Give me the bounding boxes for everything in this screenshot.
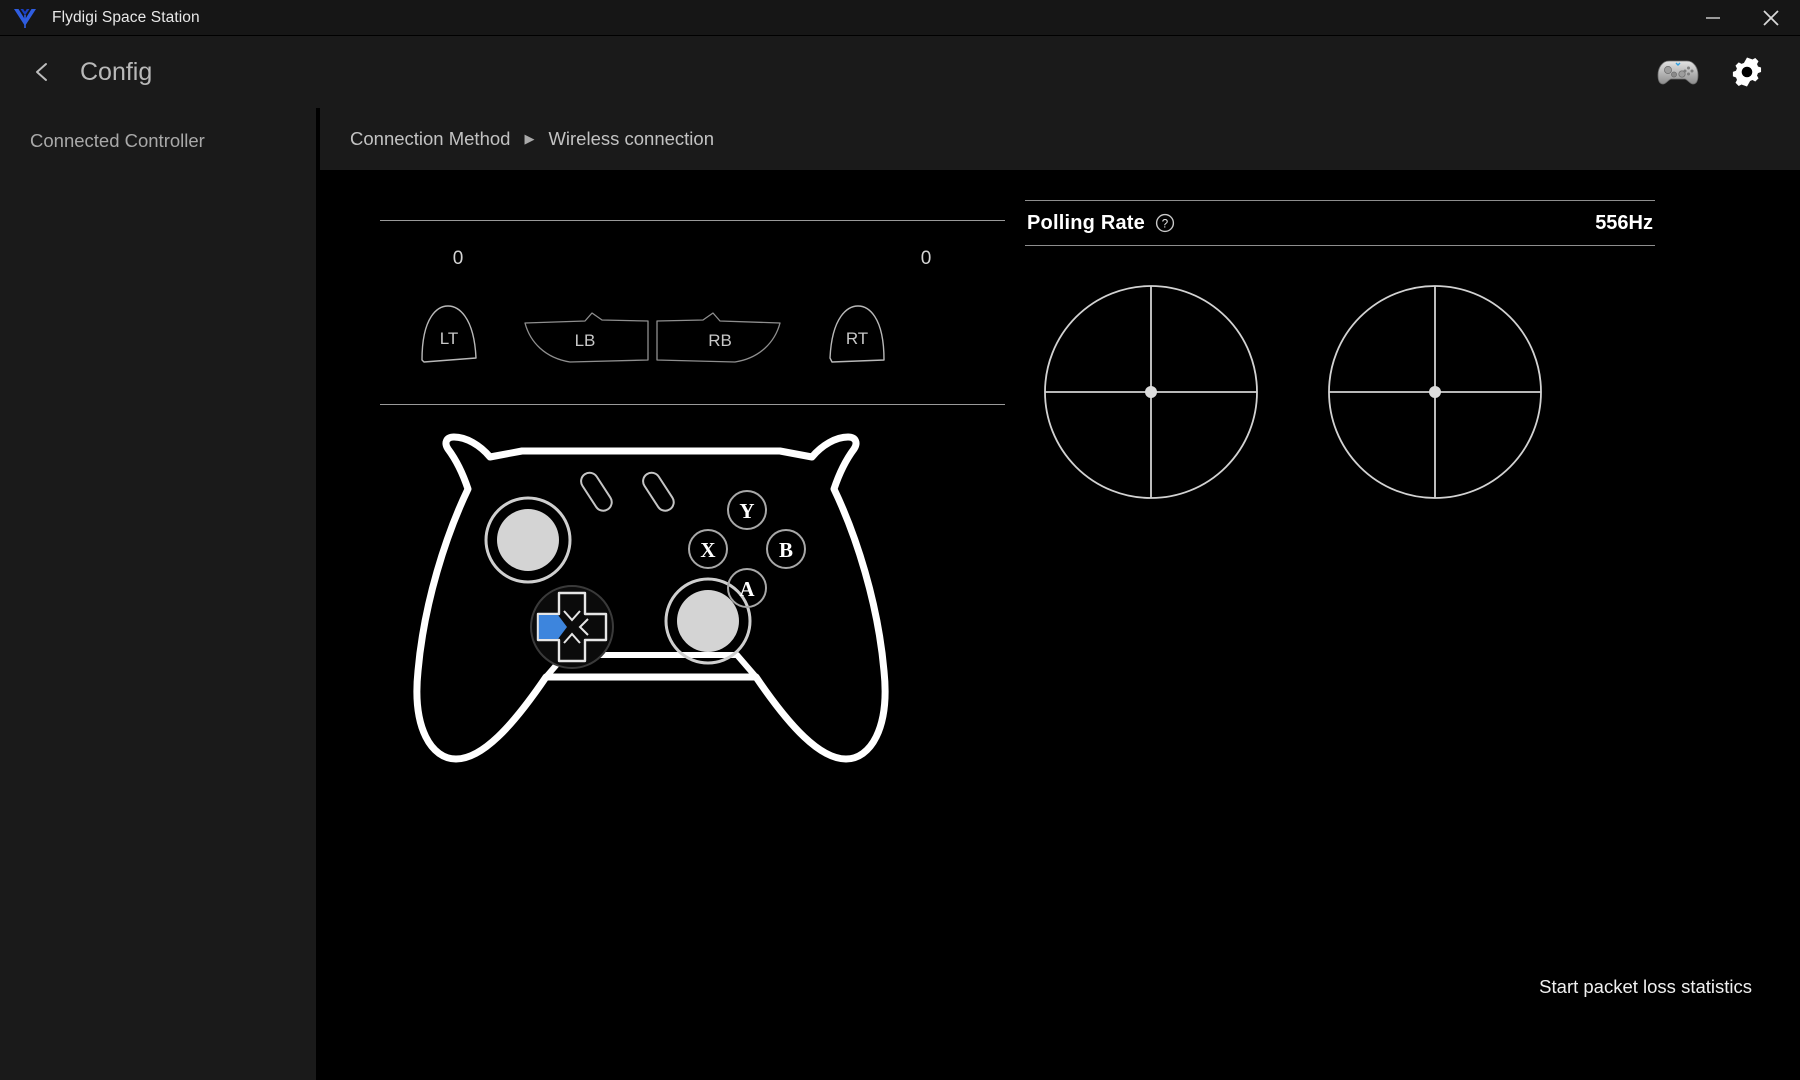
gamepad-icon[interactable] — [1656, 57, 1700, 87]
right-bumper-shape: RB — [656, 312, 781, 363]
stick-indicators — [1025, 276, 1655, 508]
polling-rate-value: 556Hz — [1595, 211, 1653, 234]
breadcrumb-root[interactable]: Connection Method — [350, 128, 510, 150]
sidebar: Connected Controller — [0, 108, 318, 1080]
start-packet-loss-statistics-link[interactable]: Start packet loss statistics — [1539, 976, 1752, 998]
svg-text:?: ? — [1162, 218, 1168, 230]
right-stick-indicator[interactable] — [1319, 276, 1551, 508]
gear-icon[interactable] — [1730, 55, 1764, 89]
app-header: Config — [0, 36, 1800, 108]
right-trigger-value: 0 — [920, 248, 932, 269]
button-x[interactable]: X — [688, 529, 728, 569]
controller-body-outline — [413, 433, 889, 763]
controller-illustration: Y X B A — [350, 385, 950, 790]
breadcrumb-current: Wireless connection — [548, 128, 714, 149]
minimize-button[interactable] — [1684, 0, 1742, 36]
triggers-rule-top — [380, 220, 1005, 221]
button-y[interactable]: Y — [727, 490, 767, 530]
left-trigger-label: LT — [440, 329, 459, 348]
main-content: 0 0 LT LB RB RT Y X B A Polling Rate ? 5… — [320, 170, 1800, 1080]
left-bumper-shape: LB — [524, 312, 649, 363]
svg-text:A: A — [739, 577, 755, 601]
left-trigger-shape: LT — [421, 305, 477, 363]
app-title: Flydigi Space Station — [52, 8, 200, 26]
right-trigger-label: RT — [846, 329, 868, 348]
button-b[interactable]: B — [766, 529, 806, 569]
svg-text:B: B — [779, 538, 793, 562]
polling-panel: Polling Rate ? 556Hz — [1025, 200, 1655, 508]
window-controls — [1684, 0, 1800, 36]
polling-rule-bottom — [1025, 245, 1655, 246]
breadcrumb-separator-icon: ▶ — [524, 130, 535, 146]
flydigi-logo-icon — [14, 8, 36, 28]
face-buttons: Y X B A — [688, 490, 806, 608]
question-circle-icon[interactable]: ? — [1155, 213, 1175, 233]
triggers-diagram: LT LB RB RT — [421, 305, 885, 363]
view-button[interactable] — [578, 469, 615, 513]
page-title: Config — [80, 57, 153, 86]
left-stick-dot — [1145, 386, 1157, 398]
left-bumper-label: LB — [575, 331, 596, 350]
polling-rate-row: Polling Rate ? 556Hz — [1025, 201, 1655, 245]
left-trigger-value: 0 — [452, 248, 464, 269]
sidebar-heading-connected-controller: Connected Controller — [30, 130, 205, 151]
triggers-panel: 0 0 LT LB RB RT — [380, 220, 1005, 405]
right-analog-stick[interactable] — [664, 577, 752, 665]
dpad[interactable] — [530, 585, 614, 669]
right-trigger-shape: RT — [829, 305, 885, 363]
left-stick-indicator[interactable] — [1035, 276, 1267, 508]
right-bumper-label: RB — [708, 331, 732, 350]
menu-button[interactable] — [640, 469, 677, 513]
back-button[interactable] — [26, 55, 60, 89]
left-analog-stick[interactable] — [484, 496, 572, 584]
breadcrumb: Connection Method ▶ Wireless connection — [320, 108, 1800, 170]
title-bar: Flydigi Space Station — [0, 0, 1800, 36]
right-stick-dot — [1429, 386, 1441, 398]
close-button[interactable] — [1742, 0, 1800, 36]
svg-text:Y: Y — [739, 499, 754, 523]
header-actions — [1656, 55, 1764, 89]
polling-rate-label: Polling Rate — [1027, 211, 1145, 234]
svg-text:X: X — [700, 538, 715, 562]
